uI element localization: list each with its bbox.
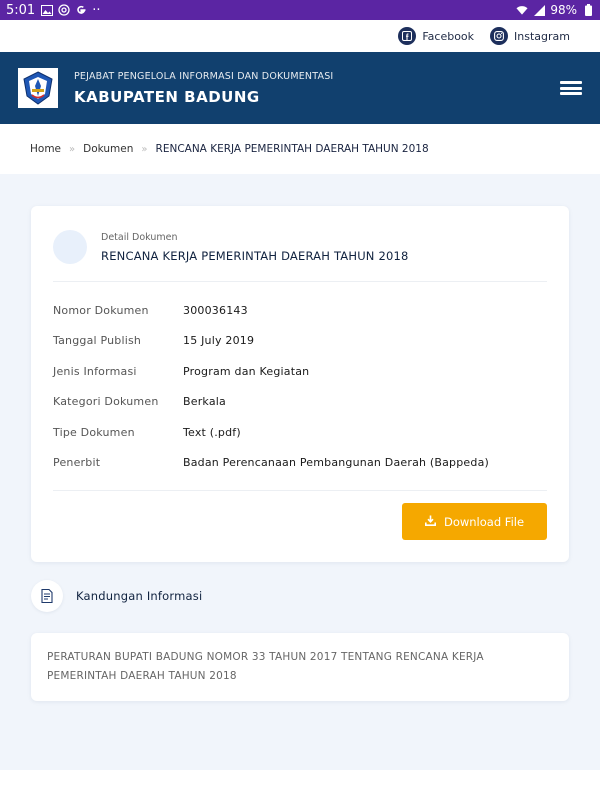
detail-value: 300036143 — [183, 303, 248, 317]
detail-label: Detail Dokumen — [101, 231, 178, 243]
download-icon — [424, 515, 436, 529]
breadcrumb-separator-icon: » — [69, 143, 76, 155]
detail-table: Nomor Dokumen 300036143 Tanggal Publish … — [53, 295, 553, 478]
status-time: 5:01 — [6, 2, 36, 18]
google-icon — [75, 4, 87, 16]
instagram-link[interactable]: Instagram — [490, 27, 570, 45]
detail-row-kategori: Kategori Dokumen Berkala — [53, 387, 553, 418]
breadcrumb-dokumen[interactable]: Dokumen — [83, 143, 133, 155]
document-detail-card: Detail Dokumen RENCANA KERJA PEMERINTAH … — [31, 206, 569, 562]
breadcrumb: Home » Dokumen » RENCANA KERJA PEMERINTA… — [0, 124, 600, 174]
battery-percent: 98% — [550, 3, 577, 17]
menu-icon-bar — [560, 81, 582, 84]
main-content: Detail Dokumen RENCANA KERJA PEMERINTAH … — [0, 174, 600, 770]
social-bar: Facebook Instagram — [0, 20, 600, 52]
battery-icon — [582, 4, 594, 16]
header-title[interactable]: KABUPATEN BADUNG — [74, 88, 333, 106]
badung-logo[interactable] — [18, 68, 58, 108]
breadcrumb-separator-icon: » — [141, 143, 148, 155]
site-header: PEJABAT PENGELOLA INFORMASI DAN DOKUMENT… — [0, 52, 600, 124]
document-list-icon — [31, 580, 63, 612]
detail-row-jenis: Jenis Informasi Program dan Kegiatan — [53, 356, 553, 387]
detail-value: Badan Perencanaan Pembangunan Daerah (Ba… — [183, 456, 490, 470]
detail-key: Nomor Dokumen — [53, 303, 149, 317]
detail-value: Text (.pdf) — [183, 425, 241, 439]
content-text: PERATURAN BUPATI BADUNG NOMOR 33 TAHUN 2… — [47, 651, 484, 682]
at-sign-icon — [58, 4, 70, 16]
instagram-label: Instagram — [514, 29, 570, 43]
detail-key: Tipe Dokumen — [53, 425, 135, 439]
detail-key: Jenis Informasi — [53, 364, 137, 378]
detail-value: Program dan Kegiatan — [183, 364, 310, 378]
image-icon — [41, 4, 54, 16]
detail-row-tipe: Tipe Dokumen Text (.pdf) — [53, 417, 553, 448]
detail-row-nomor: Nomor Dokumen 300036143 — [53, 295, 553, 326]
detail-value: Berkala — [183, 395, 226, 409]
menu-icon-bar — [560, 86, 582, 90]
instagram-icon — [490, 27, 509, 45]
detail-value: 15 July 2019 — [183, 334, 255, 348]
detail-row-tanggal: Tanggal Publish 15 July 2019 — [53, 326, 553, 357]
document-title: RENCANA KERJA PEMERINTAH DAERAH TAHUN 20… — [101, 248, 409, 263]
header-subtitle: PEJABAT PENGELOLA INFORMASI DAN DOKUMENT… — [74, 70, 334, 82]
detail-header: Detail Dokumen RENCANA KERJA PEMERINTAH … — [53, 230, 409, 264]
breadcrumb-current: RENCANA KERJA PEMERINTAH DAERAH TAHUN 20… — [155, 143, 429, 155]
section-title: Kandungan Informasi — [76, 589, 203, 603]
hamburger-menu-button[interactable] — [560, 79, 582, 97]
more-notifications-icon: ·· — [92, 2, 101, 18]
facebook-icon — [398, 27, 417, 45]
divider — [53, 281, 547, 282]
detail-key: Kategori Dokumen — [53, 395, 159, 409]
facebook-label: Facebook — [422, 29, 475, 43]
wifi-icon — [516, 4, 528, 16]
signal-icon — [533, 4, 545, 16]
kandungan-informasi-heading: Kandungan Informasi — [31, 580, 202, 612]
download-label: Download File — [443, 514, 525, 529]
detail-key: Penerbit — [53, 456, 101, 470]
menu-icon-bar — [560, 92, 582, 95]
detail-row-penerbit: Penerbit Badan Perencanaan Pembangunan D… — [53, 448, 553, 479]
breadcrumb-home[interactable]: Home — [30, 143, 61, 155]
facebook-link[interactable]: Facebook — [398, 27, 474, 45]
content-card: PERATURAN BUPATI BADUNG NOMOR 33 TAHUN 2… — [31, 633, 569, 701]
divider — [53, 490, 547, 491]
document-icon — [53, 230, 87, 264]
page-footer-gap — [0, 770, 600, 800]
download-file-button[interactable]: Download File — [402, 503, 547, 540]
detail-key: Tanggal Publish — [53, 334, 142, 348]
status-bar: 5:01 ·· 98% — [0, 0, 600, 20]
